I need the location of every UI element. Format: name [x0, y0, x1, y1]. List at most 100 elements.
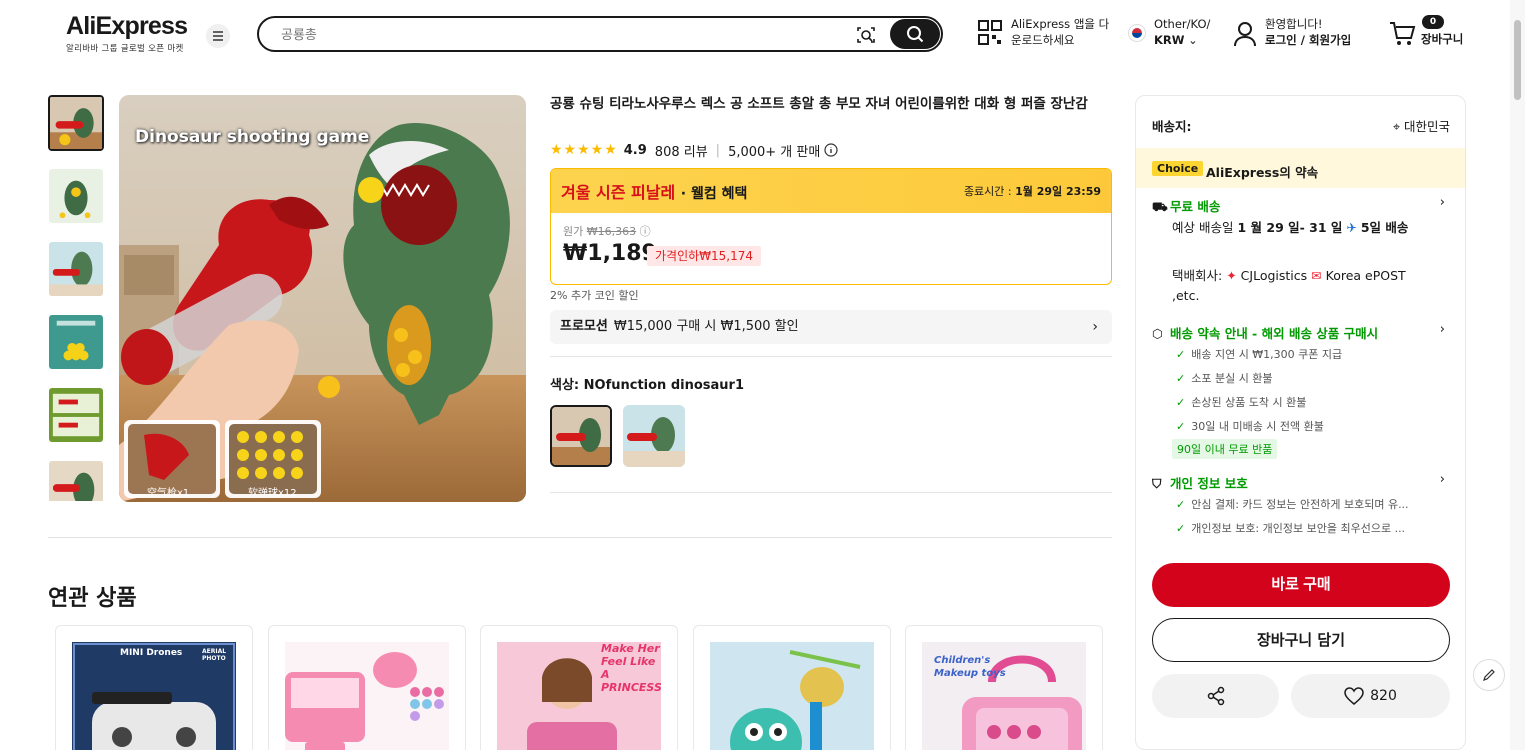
thumbnail-image	[49, 388, 103, 442]
thumbnail-4[interactable]	[48, 314, 104, 370]
sale-subtitle: · 웰컴 혜택	[680, 186, 748, 202]
related-product-card-2[interactable]	[268, 625, 466, 750]
check-icon: ✓	[1176, 372, 1186, 385]
cart-icon[interactable]	[1388, 21, 1416, 47]
choice-badge: Choice	[1152, 161, 1204, 176]
thumbnail-1[interactable]	[48, 95, 104, 151]
image-sub-label-1: 空气枪x1	[147, 488, 190, 499]
chevron-right-icon[interactable]: ›	[1440, 322, 1445, 337]
ship-destination: 대한민국	[1403, 119, 1450, 134]
image-search-icon[interactable]	[855, 24, 877, 46]
user-icon[interactable]	[1233, 21, 1257, 47]
location-pin-icon: ⌖	[1392, 119, 1400, 134]
current-price: ₩1,189	[563, 241, 657, 266]
menu-button[interactable]	[206, 24, 230, 48]
promise-text: 30일 내 미배송 시 전액 환불	[1191, 420, 1324, 433]
delivery-label: 예상 배송일	[1172, 220, 1234, 235]
free-shipping-header[interactable]: ⛟ 무료 배송	[1152, 196, 1220, 216]
add-to-cart-button[interactable]: 장바구니 담기	[1152, 618, 1450, 662]
color-swatch-2[interactable]	[623, 405, 685, 467]
share-icon	[1207, 686, 1224, 706]
related-product-card-3[interactable]: Make Her Feel Like A PRINCESS	[480, 625, 678, 750]
pencil-icon	[1483, 669, 1495, 681]
rating-row: ★★★★★ 4.9 808 리뷰 | 5,000+ 개 판매	[550, 141, 838, 160]
ship-to-label: 배송지:	[1152, 119, 1192, 134]
promise-text: 배송 지연 시 ₩1,300 쿠폰 지급	[1191, 348, 1343, 361]
info-icon[interactable]	[824, 143, 838, 157]
header: AliExpress 알리바바 그룹 글로벌 오픈 마켓 AliExpress …	[0, 0, 1510, 68]
sale-end-label: 종료시간 :	[963, 185, 1012, 198]
main-product-image[interactable]: Dinosaur shooting game 空气枪x1 软弹球x12	[119, 95, 526, 502]
cart-label[interactable]: 장바구니	[1421, 31, 1463, 47]
cj-logo-icon: ✦	[1226, 268, 1237, 283]
sale-banner: 겨울 시즌 피날레 · 웰컴 혜택 종료시간 : 1월 29일 23:59	[551, 169, 1111, 213]
wishlist-count: 820	[1370, 688, 1397, 704]
promotion-row[interactable]: 프로모션 ₩15,000 구매 시 ₩1,500 할인 ›	[550, 310, 1112, 344]
privacy-header[interactable]: ⛉ 개인 정보 보호	[1152, 473, 1248, 492]
related-product-card-5[interactable]: Children's Makeup toys	[905, 625, 1103, 750]
buy-now-button[interactable]: 바로 구매	[1152, 563, 1450, 607]
dinosaur-gun-image	[119, 95, 526, 502]
thumbnail-6[interactable]	[48, 460, 104, 501]
logo-subtitle: 알리바바 그룹 글로벌 오픈 마켓	[66, 44, 184, 54]
divider	[550, 492, 1112, 493]
info-icon[interactable]: ⓘ	[640, 225, 651, 238]
account-link[interactable]: 환영합니다! 로그인 / 회원가입	[1265, 16, 1351, 48]
promise-item: ✓ 손상된 상품 도착 시 환불	[1176, 394, 1436, 410]
plane-icon: ✈	[1346, 220, 1357, 235]
image-caption: Dinosaur shooting game	[135, 127, 370, 147]
review-count[interactable]: 808 리뷰	[655, 141, 708, 160]
color-swatch-1[interactable]	[550, 405, 612, 467]
original-price-label: 원가	[563, 225, 584, 238]
related-product-card-1[interactable]: MINI Drones AERIAL PHOTO	[55, 625, 253, 750]
sold-count: 5,000+ 개 판매	[728, 144, 821, 160]
delivery-estimate: 예상 배송일 1 월 29 일- 31 일 ✈ 5일 배송	[1172, 218, 1432, 238]
chevron-right-icon[interactable]: ›	[1440, 472, 1445, 487]
product-image: Make Her Feel Like A PRINCESS	[497, 642, 661, 750]
promotion-label: 프로모션	[560, 319, 608, 334]
choice-promise-bar: Choice AliExpress의 약속	[1136, 148, 1465, 188]
coin-discount-note: 2% 추가 코인 할인	[550, 289, 639, 302]
divider	[48, 537, 1112, 538]
chevron-right-icon[interactable]: ›	[1440, 195, 1445, 210]
privacy-item: ✓ 안심 결제: 카드 정보는 안전하게 보호되며 유...	[1176, 496, 1436, 512]
product-image: MINI Drones AERIAL PHOTO	[72, 642, 236, 750]
search-button[interactable]	[890, 19, 940, 49]
promise-item: ✓ 배송 지연 시 ₩1,300 쿠폰 지급	[1176, 346, 1436, 362]
shield-icon: ⛉	[1152, 476, 1162, 491]
thumbnail-list	[48, 95, 104, 501]
aliexpress-logo[interactable]: AliExpress 알리바바 그룹 글로벌 오픈 마켓	[66, 12, 188, 54]
divider: |	[715, 142, 721, 158]
thumbnail-5[interactable]	[48, 387, 104, 443]
promise-item: ✓ 30일 내 미배송 시 전액 환불	[1176, 418, 1436, 434]
product-title: 공룡 슈팅 티라노사우루스 렉스 공 소프트 총알 총 부모 자녀 어린이를위한…	[550, 96, 1088, 112]
privacy-item: ✓ 개인정보 보호: 개인정보 보안을 최우선으로 ...	[1176, 520, 1436, 536]
thumbnail-image	[49, 315, 103, 369]
rating-value: 4.9	[623, 142, 647, 158]
wishlist-button[interactable]: 820	[1291, 674, 1450, 718]
check-icon: ✓	[1176, 396, 1186, 409]
page-scrollbar[interactable]	[1510, 0, 1525, 750]
star-rating-icon: ★★★★★	[550, 142, 618, 158]
thumbnail-2[interactable]	[48, 168, 104, 224]
box-icon: ⬡	[1152, 326, 1163, 341]
related-product-card-4[interactable]	[693, 625, 891, 750]
share-button[interactable]	[1152, 674, 1279, 718]
product-info: 공룡 슈팅 티라노사우루스 렉스 공 소프트 총알 총 부모 자녀 어린이를위한…	[550, 95, 1112, 493]
delivery-promise-header[interactable]: ⬡ 배송 약속 안내 - 해외 배송 상품 구매시	[1152, 323, 1378, 342]
qr-code-icon[interactable]	[978, 20, 1002, 48]
app-download-line2: 운로드하세요	[1011, 33, 1075, 47]
scrollbar-thumb[interactable]	[1514, 20, 1521, 100]
promotion-text: ₩15,000 구매 시 ₩1,500 할인	[613, 319, 799, 334]
korea-flag-icon	[1128, 24, 1146, 42]
privacy-text: 안심 결제: 카드 정보는 안전하게 보호되며 유...	[1191, 498, 1409, 511]
app-download-link[interactable]: AliExpress 앱을 다 운로드하세요	[1011, 16, 1109, 48]
thumbnail-3[interactable]	[48, 241, 104, 297]
feedback-edit-button[interactable]	[1473, 659, 1505, 691]
sale-end-time: 1월 29일 23:59	[1015, 185, 1101, 198]
color-label: 색상: NOfunction dinosaur1	[550, 378, 744, 393]
ship-to-row[interactable]: 배송지: ⌖ 대한민국	[1152, 116, 1450, 135]
search-input[interactable]	[281, 25, 841, 45]
free-return-badge: 90일 이내 무료 반품	[1172, 439, 1278, 459]
region-currency-selector[interactable]: Other/KO/ KRW ⌄	[1154, 16, 1210, 48]
